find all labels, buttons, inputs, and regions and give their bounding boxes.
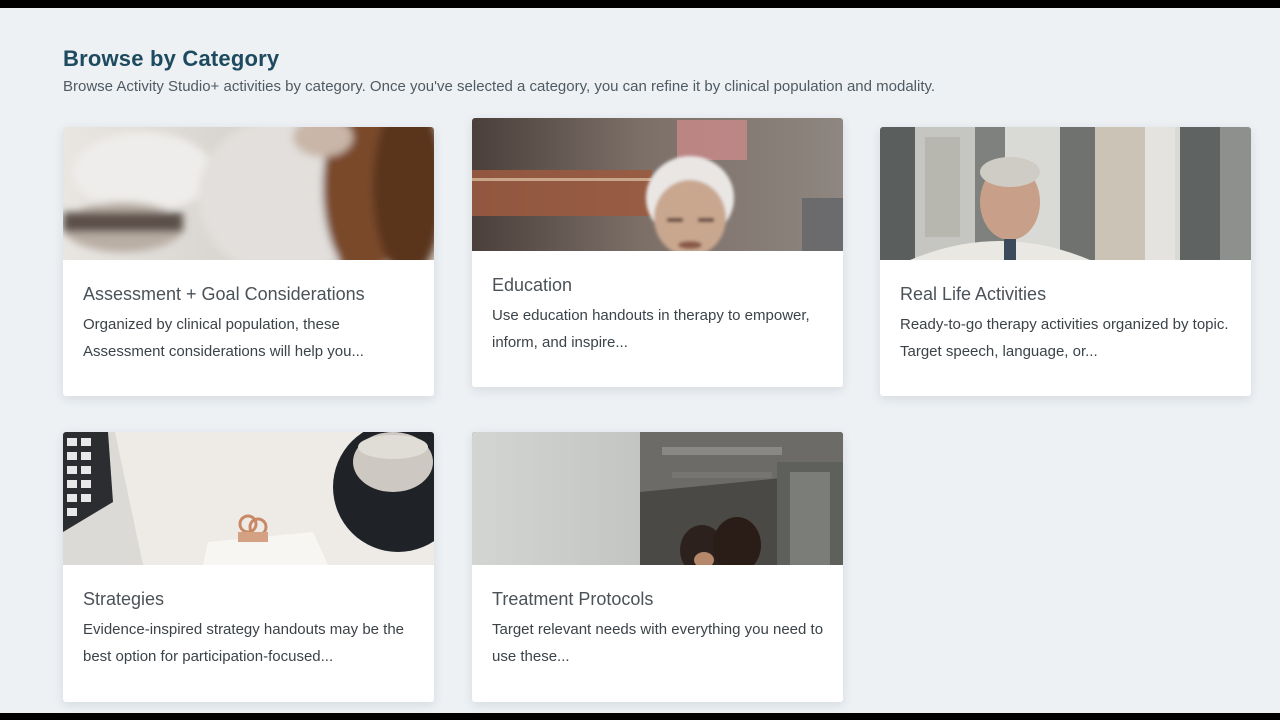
page-subtitle: Browse Activity Studio+ activities by ca…	[63, 78, 936, 95]
browse-page: Browse by Category Browse Activity Studi…	[0, 8, 1280, 713]
category-card-education[interactable]: Education Use education handouts in ther…	[472, 118, 843, 387]
card-description: Organized by clinical population, these …	[83, 316, 364, 360]
category-card-strategies[interactable]: Strategies Evidence-inspired strategy ha…	[63, 432, 434, 702]
card-image-older-man-office[interactable]	[880, 127, 1251, 260]
category-card-assessment[interactable]: Assessment + Goal Considerations Organiz…	[63, 127, 434, 396]
page-title: Browse by Category	[63, 46, 280, 71]
card-title[interactable]: Education	[492, 275, 572, 296]
category-card-real-life-activities[interactable]: Real Life Activities Ready-to-go therapy…	[880, 127, 1251, 396]
card-title[interactable]: Real Life Activities	[900, 284, 1046, 305]
card-title[interactable]: Strategies	[83, 589, 164, 610]
card-image-office-team[interactable]	[472, 432, 843, 565]
card-image-elderly-woman[interactable]	[472, 118, 843, 251]
card-title[interactable]: Assessment + Goal Considerations	[83, 284, 365, 305]
card-description: Ready-to-go therapy activities organized…	[900, 316, 1229, 360]
card-description: Evidence-inspired strategy handouts may …	[83, 621, 405, 665]
card-image-desk-laptop-clipboard[interactable]	[63, 432, 434, 565]
card-title[interactable]: Treatment Protocols	[492, 589, 653, 610]
card-image-person-with-long-hair[interactable]	[63, 127, 434, 260]
category-card-treatment-protocols[interactable]: Treatment Protocols Target relevant need…	[472, 432, 843, 702]
card-description: Target relevant needs with everything yo…	[492, 621, 824, 665]
card-description: Use education handouts in therapy to emp…	[492, 307, 810, 351]
